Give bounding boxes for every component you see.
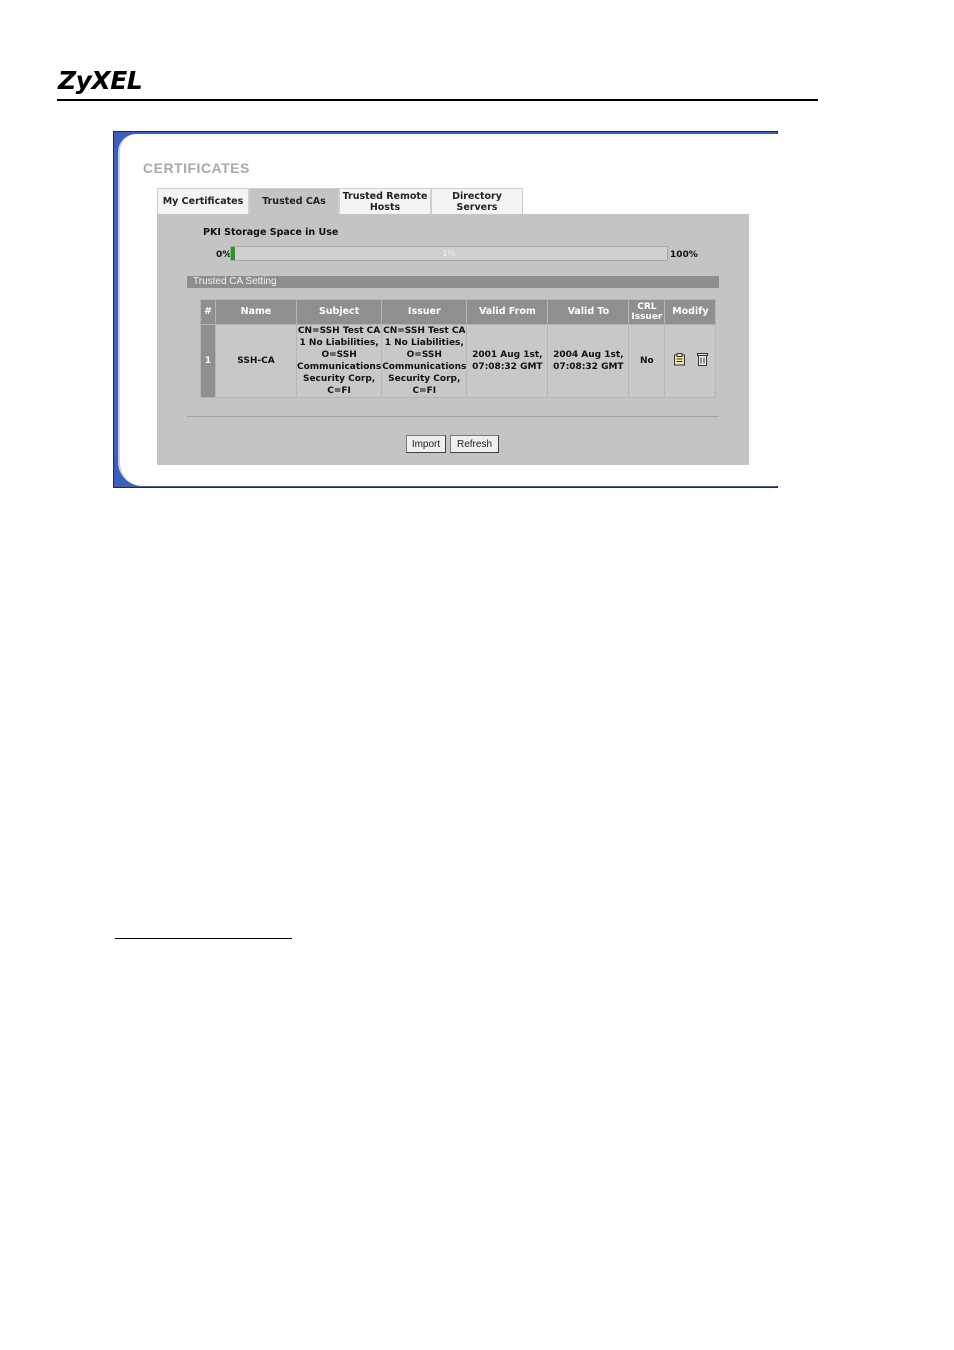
content-divider [187, 416, 719, 417]
storage-min-label: 0% [216, 250, 232, 260]
row-valid-to: 2004 Aug 1st, 07:08:32 GMT [547, 324, 630, 398]
row-index: 1 [200, 324, 216, 398]
row-crl-issuer: No [628, 324, 666, 398]
tab-my-certificates[interactable]: My Certificates [157, 188, 249, 214]
row-issuer: CN=SSH Test CA 1 No Liabilities, O=SSH C… [381, 324, 468, 398]
page-title: CERTIFICATES [143, 160, 250, 176]
col-crl-issuer: CRL Issuer [628, 299, 666, 325]
col-valid-from: Valid From [466, 299, 549, 325]
import-button[interactable]: Import [406, 435, 446, 453]
edit-icon[interactable] [673, 352, 686, 370]
col-valid-to: Valid To [547, 299, 630, 325]
tab-bar: My Certificates Trusted CAs Trusted Remo… [157, 188, 523, 214]
col-subject: Subject [295, 299, 383, 325]
refresh-button[interactable]: Refresh [450, 435, 499, 453]
pki-storage-label: PKI Storage Space in Use [203, 227, 339, 238]
row-subject: CN=SSH Test CA 1 No Liabilities, O=SSH C… [295, 324, 383, 398]
certificates-panel: CERTIFICATES My Certificates Trusted CAs… [118, 134, 781, 486]
row-valid-from: 2001 Aug 1st, 07:08:32 GMT [466, 324, 549, 398]
section-header: Trusted CA Setting [187, 276, 719, 288]
table-row: 1 SSH-CA CN=SSH Test CA 1 No Liabilities… [200, 324, 717, 398]
delete-icon[interactable] [696, 352, 708, 370]
tab-directory-servers[interactable]: Directory Servers [431, 188, 523, 214]
trusted-ca-table: # Name Subject Issuer Valid From Valid T… [200, 299, 717, 398]
footnote-rule [115, 938, 292, 939]
storage-max-label: 100% [670, 250, 698, 260]
tab-content: PKI Storage Space in Use 0% 1% 100% Trus… [157, 214, 749, 465]
screenshot-frame: CERTIFICATES My Certificates Trusted CAs… [113, 131, 781, 488]
row-modify [664, 324, 717, 398]
table-header-row: # Name Subject Issuer Valid From Valid T… [200, 299, 717, 325]
storage-progress-bar: 1% [230, 246, 668, 261]
zyxel-logo: ZyXEL [58, 66, 143, 95]
col-modify: Modify [664, 299, 717, 325]
tab-trusted-remote-hosts[interactable]: Trusted Remote Hosts [339, 188, 431, 214]
row-name: SSH-CA [215, 324, 297, 398]
col-name: Name [215, 299, 297, 325]
col-issuer: Issuer [381, 299, 468, 325]
storage-progress-text: 1% [442, 248, 456, 258]
col-index: # [200, 299, 216, 325]
header-rule [57, 99, 818, 101]
tab-trusted-cas[interactable]: Trusted CAs [249, 188, 339, 214]
